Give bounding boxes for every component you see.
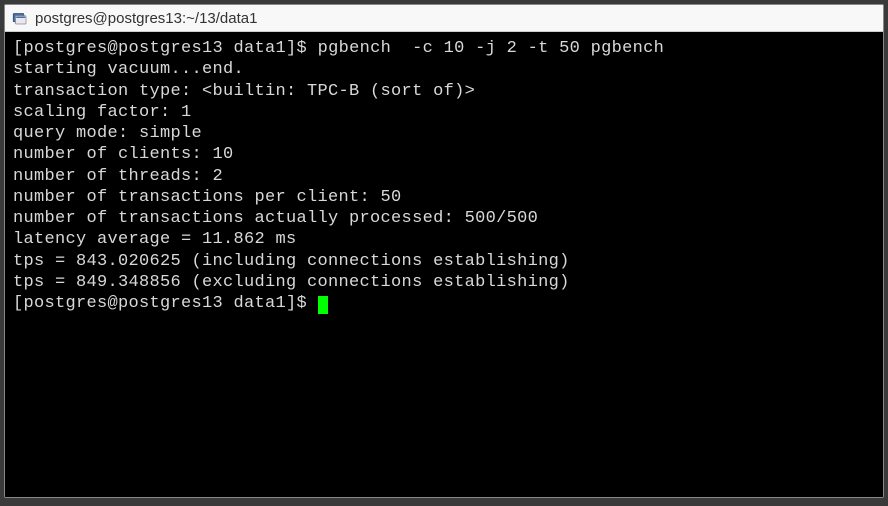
output-line: latency average = 11.862 ms	[13, 230, 297, 249]
titlebar[interactable]: postgres@postgres13:~/13/data1	[5, 5, 883, 32]
prompt: [postgres@postgres13 data1]$	[13, 294, 307, 313]
prompt: [postgres@postgres13 data1]$	[13, 39, 307, 58]
command: pgbench -c 10 -j 2 -t 50 pgbench	[318, 39, 665, 58]
output-line: scaling factor: 1	[13, 103, 192, 122]
output-line: tps = 843.020625 (including connections …	[13, 252, 570, 271]
output-line: transaction type: <builtin: TPC-B (sort …	[13, 82, 475, 101]
output-line: starting vacuum...end.	[13, 60, 244, 79]
output-line: number of transactions actually processe…	[13, 209, 538, 228]
terminal-content[interactable]: [postgres@postgres13 data1]$ pgbench -c …	[5, 32, 883, 497]
output-line: query mode: simple	[13, 124, 202, 143]
output-line: number of transactions per client: 50	[13, 188, 402, 207]
window-title: postgres@postgres13:~/13/data1	[35, 10, 257, 27]
terminal-window: postgres@postgres13:~/13/data1 [postgres…	[4, 4, 884, 498]
cursor-block	[318, 296, 328, 314]
terminal-app-icon	[11, 9, 29, 27]
output-line: number of clients: 10	[13, 145, 234, 164]
output-line: tps = 849.348856 (excluding connections …	[13, 273, 570, 292]
output-line: number of threads: 2	[13, 167, 223, 186]
